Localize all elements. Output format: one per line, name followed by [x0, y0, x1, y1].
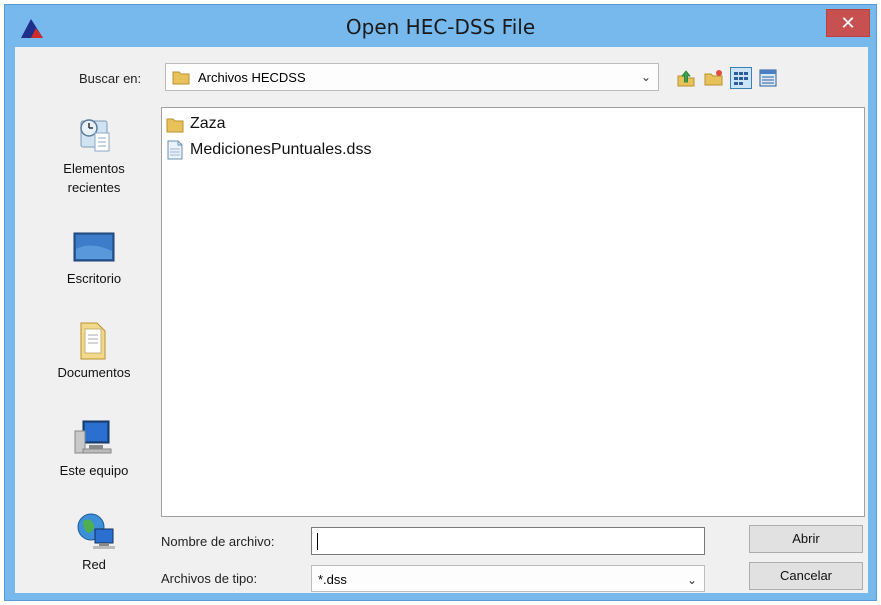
- filename-label: Nombre de archivo:: [161, 534, 275, 549]
- file-icon: [167, 140, 183, 160]
- up-folder-icon: [677, 70, 695, 87]
- up-folder-button[interactable]: [675, 67, 697, 89]
- title-bar[interactable]: Open HEC-DSS File ✕: [5, 5, 876, 47]
- window-title: Open HEC-DSS File: [345, 15, 536, 39]
- place-label: Escritorio: [66, 271, 122, 286]
- place-documents[interactable]: Documentos: [35, 319, 153, 380]
- network-icon: [77, 513, 115, 549]
- place-this-pc[interactable]: Este equipo: [35, 417, 153, 478]
- list-view-icon: [734, 72, 748, 85]
- file-name: Zaza: [190, 115, 226, 132]
- details-view-icon: [759, 69, 777, 87]
- filetype-label: Archivos de tipo:: [161, 571, 258, 586]
- look-in-label: Buscar en:: [79, 71, 142, 86]
- look-in-dropdown[interactable]: Archivos HECDSS ⌄: [165, 63, 659, 91]
- desktop-icon: [73, 232, 115, 262]
- computer-icon: [74, 420, 112, 454]
- list-item[interactable]: Zaza: [166, 112, 226, 136]
- cancel-button[interactable]: Cancelar: [749, 562, 863, 590]
- folder-icon: [166, 118, 184, 133]
- list-item[interactable]: MedicionesPuntuales.dss: [166, 138, 371, 162]
- filetype-value: *.dss: [318, 572, 347, 587]
- file-list[interactable]: Zaza MedicionesPuntuales.dss: [161, 107, 865, 517]
- new-folder-icon: [704, 70, 723, 86]
- close-button[interactable]: ✕: [826, 9, 870, 37]
- text-caret: [317, 533, 318, 550]
- details-view-button[interactable]: [757, 67, 779, 89]
- dialog-body: Buscar en: Archivos HECDSS ⌄ Elementos r…: [15, 47, 868, 593]
- open-file-dialog: Open HEC-DSS File ✕ Buscar en: Archivos …: [4, 4, 877, 601]
- place-desktop[interactable]: Escritorio: [35, 225, 153, 286]
- list-view-button[interactable]: [730, 67, 752, 89]
- filetype-dropdown[interactable]: *.dss ⌄: [311, 565, 705, 592]
- place-recent-items[interactable]: Elementos recientes: [35, 113, 153, 197]
- place-label: Red: [82, 557, 106, 572]
- recent-items-icon: [80, 119, 110, 152]
- chevron-down-icon: ⌄: [640, 70, 652, 84]
- place-label: Este equipo: [59, 463, 129, 478]
- place-label: Documentos: [57, 365, 131, 380]
- place-network[interactable]: Red: [35, 511, 153, 572]
- folder-icon: [172, 71, 190, 85]
- documents-icon: [80, 322, 106, 360]
- open-button[interactable]: Abrir: [749, 525, 863, 553]
- filename-field[interactable]: [311, 527, 705, 555]
- file-name: MedicionesPuntuales.dss: [190, 141, 372, 158]
- place-label: Elementos recientes: [63, 161, 125, 195]
- look-in-value: Archivos HECDSS: [198, 69, 306, 85]
- places-bar: Elementos recientes Escritorio Documento…: [35, 107, 153, 591]
- chevron-down-icon: ⌄: [686, 573, 698, 587]
- new-folder-button[interactable]: [703, 67, 725, 89]
